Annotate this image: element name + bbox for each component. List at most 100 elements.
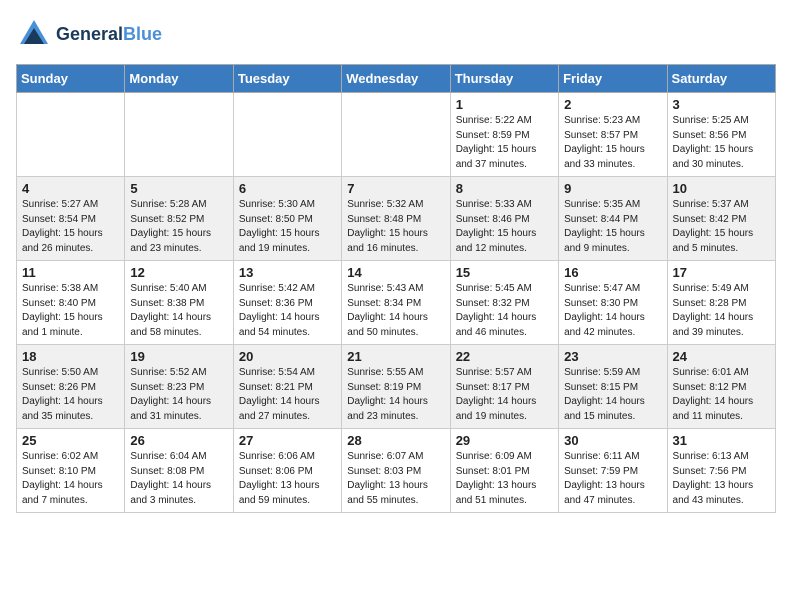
day-info: Sunrise: 5:23 AM Sunset: 8:57 PM Dayligh… xyxy=(564,114,661,172)
day-info: Sunrise: 5:25 AM Sunset: 8:56 PM Dayligh… xyxy=(673,114,770,172)
day-number: 7 xyxy=(347,181,444,196)
day-number: 22 xyxy=(456,349,553,364)
calendar-week-4: 18 Sunrise: 5:50 AM Sunset: 8:26 PM Dayli… xyxy=(17,345,776,429)
day-info: Sunrise: 6:06 AM Sunset: 8:06 PM Dayligh… xyxy=(239,450,336,508)
calendar-cell: 31Sunrise: 6:13 AM Sunset: 7:56 PM Dayli… xyxy=(667,429,775,513)
calendar-cell: 22 Sunrise: 5:57 AM Sunset: 8:17 PM Dayli… xyxy=(450,345,558,429)
day-number: 26 xyxy=(130,433,227,448)
calendar-cell: 17Sunrise: 5:49 AM Sunset: 8:28 PM Dayli… xyxy=(667,261,775,345)
day-info: Sunrise: 6:01 AM Sunset: 8:12 PM Dayligh… xyxy=(673,366,770,424)
calendar-cell: 25 Sunrise: 6:02 AM Sunset: 8:10 PM Dayli… xyxy=(17,429,125,513)
day-info: Sunrise: 5:42 AM Sunset: 8:36 PM Dayligh… xyxy=(239,282,336,340)
day-number: 11 xyxy=(22,265,119,280)
calendar-cell: 11 Sunrise: 5:38 AM Sunset: 8:40 PM Dayli… xyxy=(17,261,125,345)
day-info: Sunrise: 5:33 AM Sunset: 8:46 PM Dayligh… xyxy=(456,198,553,256)
calendar-cell: 18 Sunrise: 5:50 AM Sunset: 8:26 PM Dayli… xyxy=(17,345,125,429)
day-info: Sunrise: 5:57 AM Sunset: 8:17 PM Dayligh… xyxy=(456,366,553,424)
day-number: 10 xyxy=(673,181,770,196)
calendar-week-2: 4 Sunrise: 5:27 AM Sunset: 8:54 PM Daylig… xyxy=(17,177,776,261)
calendar-cell: 8 Sunrise: 5:33 AM Sunset: 8:46 PM Daylig… xyxy=(450,177,558,261)
calendar-cell xyxy=(125,93,233,177)
day-number: 23 xyxy=(564,349,661,364)
day-info: Sunrise: 5:54 AM Sunset: 8:21 PM Dayligh… xyxy=(239,366,336,424)
day-number: 13 xyxy=(239,265,336,280)
calendar-cell: 12 Sunrise: 5:40 AM Sunset: 8:38 PM Dayli… xyxy=(125,261,233,345)
calendar-cell: 10 Sunrise: 5:37 AM Sunset: 8:42 PM Dayli… xyxy=(667,177,775,261)
calendar-cell: 9Sunrise: 5:35 AM Sunset: 8:44 PM Daylig… xyxy=(559,177,667,261)
day-number: 6 xyxy=(239,181,336,196)
day-number: 28 xyxy=(347,433,444,448)
day-info: Sunrise: 5:49 AM Sunset: 8:28 PM Dayligh… xyxy=(673,282,770,340)
day-number: 20 xyxy=(239,349,336,364)
day-number: 9 xyxy=(564,181,661,196)
calendar-table: SundayMondayTuesdayWednesdayThursdayFrid… xyxy=(16,64,776,513)
weekday-header-wednesday: Wednesday xyxy=(342,65,450,93)
day-number: 18 xyxy=(22,349,119,364)
day-number: 5 xyxy=(130,181,227,196)
weekday-header-tuesday: Tuesday xyxy=(233,65,341,93)
day-info: Sunrise: 5:27 AM Sunset: 8:54 PM Dayligh… xyxy=(22,198,119,256)
day-info: Sunrise: 5:22 AM Sunset: 8:59 PM Dayligh… xyxy=(456,114,553,172)
day-number: 25 xyxy=(22,433,119,448)
calendar-cell xyxy=(17,93,125,177)
calendar-week-1: 1Sunrise: 5:22 AM Sunset: 8:59 PM Daylig… xyxy=(17,93,776,177)
calendar-cell: 3 Sunrise: 5:25 AM Sunset: 8:56 PM Daylig… xyxy=(667,93,775,177)
calendar-week-3: 11 Sunrise: 5:38 AM Sunset: 8:40 PM Dayli… xyxy=(17,261,776,345)
calendar-cell: 27 Sunrise: 6:06 AM Sunset: 8:06 PM Dayli… xyxy=(233,429,341,513)
weekday-header-saturday: Saturday xyxy=(667,65,775,93)
day-number: 12 xyxy=(130,265,227,280)
logo: GeneralBlue xyxy=(16,16,162,52)
day-info: Sunrise: 6:02 AM Sunset: 8:10 PM Dayligh… xyxy=(22,450,119,508)
day-number: 27 xyxy=(239,433,336,448)
day-info: Sunrise: 5:50 AM Sunset: 8:26 PM Dayligh… xyxy=(22,366,119,424)
day-number: 14 xyxy=(347,265,444,280)
day-number: 31 xyxy=(673,433,770,448)
day-number: 16 xyxy=(564,265,661,280)
day-info: Sunrise: 5:55 AM Sunset: 8:19 PM Dayligh… xyxy=(347,366,444,424)
day-info: Sunrise: 6:09 AM Sunset: 8:01 PM Dayligh… xyxy=(456,450,553,508)
calendar-cell: 21 Sunrise: 5:55 AM Sunset: 8:19 PM Dayli… xyxy=(342,345,450,429)
day-info: Sunrise: 5:37 AM Sunset: 8:42 PM Dayligh… xyxy=(673,198,770,256)
day-number: 2 xyxy=(564,97,661,112)
day-info: Sunrise: 5:52 AM Sunset: 8:23 PM Dayligh… xyxy=(130,366,227,424)
calendar-cell xyxy=(342,93,450,177)
calendar-cell: 24Sunrise: 6:01 AM Sunset: 8:12 PM Dayli… xyxy=(667,345,775,429)
day-number: 29 xyxy=(456,433,553,448)
calendar-cell: 20 Sunrise: 5:54 AM Sunset: 8:21 PM Dayli… xyxy=(233,345,341,429)
calendar-cell xyxy=(233,93,341,177)
day-info: Sunrise: 5:47 AM Sunset: 8:30 PM Dayligh… xyxy=(564,282,661,340)
day-info: Sunrise: 5:45 AM Sunset: 8:32 PM Dayligh… xyxy=(456,282,553,340)
day-info: Sunrise: 5:32 AM Sunset: 8:48 PM Dayligh… xyxy=(347,198,444,256)
day-number: 4 xyxy=(22,181,119,196)
day-number: 3 xyxy=(673,97,770,112)
calendar-cell: 29 Sunrise: 6:09 AM Sunset: 8:01 PM Dayli… xyxy=(450,429,558,513)
day-number: 15 xyxy=(456,265,553,280)
calendar-cell: 19 Sunrise: 5:52 AM Sunset: 8:23 PM Dayli… xyxy=(125,345,233,429)
day-info: Sunrise: 5:40 AM Sunset: 8:38 PM Dayligh… xyxy=(130,282,227,340)
day-info: Sunrise: 5:43 AM Sunset: 8:34 PM Dayligh… xyxy=(347,282,444,340)
calendar-cell: 5 Sunrise: 5:28 AM Sunset: 8:52 PM Daylig… xyxy=(125,177,233,261)
calendar-cell: 6 Sunrise: 5:30 AM Sunset: 8:50 PM Daylig… xyxy=(233,177,341,261)
day-info: Sunrise: 5:59 AM Sunset: 8:15 PM Dayligh… xyxy=(564,366,661,424)
header: GeneralBlue xyxy=(16,16,776,52)
weekday-header-thursday: Thursday xyxy=(450,65,558,93)
day-info: Sunrise: 6:07 AM Sunset: 8:03 PM Dayligh… xyxy=(347,450,444,508)
day-info: Sunrise: 6:04 AM Sunset: 8:08 PM Dayligh… xyxy=(130,450,227,508)
day-info: Sunrise: 6:11 AM Sunset: 7:59 PM Dayligh… xyxy=(564,450,661,508)
day-number: 30 xyxy=(564,433,661,448)
calendar-cell: 4 Sunrise: 5:27 AM Sunset: 8:54 PM Daylig… xyxy=(17,177,125,261)
day-info: Sunrise: 5:28 AM Sunset: 8:52 PM Dayligh… xyxy=(130,198,227,256)
calendar-cell: 28 Sunrise: 6:07 AM Sunset: 8:03 PM Dayli… xyxy=(342,429,450,513)
calendar-header: SundayMondayTuesdayWednesdayThursdayFrid… xyxy=(17,65,776,93)
day-number: 19 xyxy=(130,349,227,364)
day-number: 8 xyxy=(456,181,553,196)
day-info: Sunrise: 5:30 AM Sunset: 8:50 PM Dayligh… xyxy=(239,198,336,256)
day-info: Sunrise: 5:38 AM Sunset: 8:40 PM Dayligh… xyxy=(22,282,119,340)
calendar-cell: 2 Sunrise: 5:23 AM Sunset: 8:57 PM Daylig… xyxy=(559,93,667,177)
calendar-cell: 26 Sunrise: 6:04 AM Sunset: 8:08 PM Dayli… xyxy=(125,429,233,513)
calendar-cell: 16 Sunrise: 5:47 AM Sunset: 8:30 PM Dayli… xyxy=(559,261,667,345)
day-number: 21 xyxy=(347,349,444,364)
logo-text: GeneralBlue xyxy=(56,24,162,45)
calendar-body: 1Sunrise: 5:22 AM Sunset: 8:59 PM Daylig… xyxy=(17,93,776,513)
calendar-week-5: 25 Sunrise: 6:02 AM Sunset: 8:10 PM Dayli… xyxy=(17,429,776,513)
